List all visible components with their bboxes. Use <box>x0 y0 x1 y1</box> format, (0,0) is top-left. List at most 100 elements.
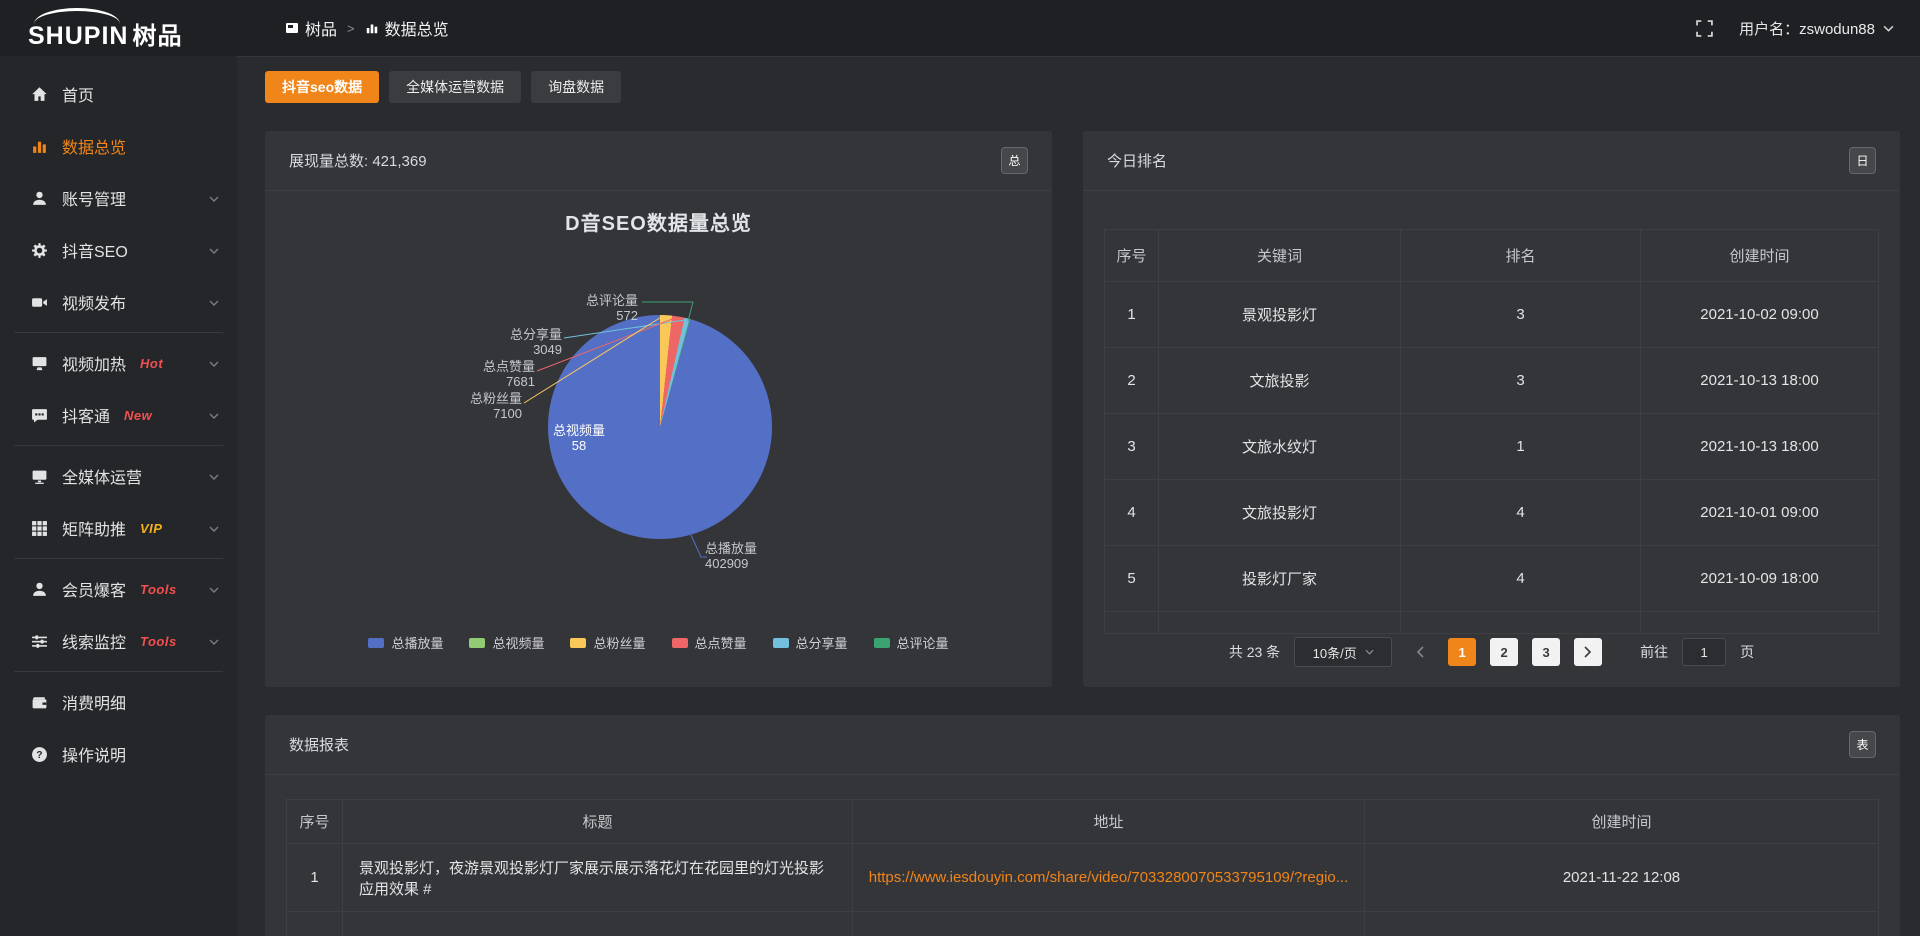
legend-swatch <box>570 638 586 648</box>
home-icon <box>30 85 48 103</box>
bar-chart-icon <box>365 21 379 35</box>
sidebar-divider <box>14 558 223 559</box>
breadcrumb-separator: > <box>347 21 355 36</box>
prev-page-button[interactable] <box>1406 638 1434 666</box>
dashboard-icon <box>285 21 299 35</box>
bar-chart-icon <box>30 137 48 155</box>
next-page-button[interactable] <box>1574 638 1602 666</box>
goto-label: 前往 <box>1640 642 1668 662</box>
legend-item-fans[interactable]: 总粉丝量 <box>570 633 645 652</box>
legend-item-comments[interactable]: 总评论量 <box>874 633 949 652</box>
username-label: 用户名：zswodun88 <box>1739 18 1875 39</box>
breadcrumb: 树品 > 数据总览 <box>285 0 449 56</box>
sidebar-item-video-heat[interactable]: 视频加热 Hot <box>0 337 237 389</box>
day-badge-button[interactable]: 日 <box>1849 147 1876 174</box>
app-logo: SHUPIN树品 <box>28 8 228 48</box>
chevron-left-icon <box>1416 646 1424 658</box>
screen-push-icon <box>30 354 48 372</box>
wallet-icon <box>30 693 48 711</box>
pagination: 共 23 条 10条/页 1 2 3 前往 页 <box>1083 627 1900 677</box>
video-link[interactable]: https://www.iesdouyin.com/share/video/70… <box>853 869 1364 886</box>
goto-page-input[interactable] <box>1682 638 1726 666</box>
pie-label-shares: 总分享量3049 <box>442 327 562 357</box>
page-button-1[interactable]: 1 <box>1448 638 1476 666</box>
seo-overview-panel: 展现量总数: 421,369 总 D音SEO数据量总览 总评论量572 总分享量… <box>265 131 1052 687</box>
tools-badge: Tools <box>140 582 177 597</box>
sidebar-item-data-overview[interactable]: 数据总览 <box>0 120 237 172</box>
chevron-right-icon <box>1584 646 1592 658</box>
sidebar-divider <box>14 332 223 333</box>
today-ranking-panel: 今日排名 日 序号 关键词 排名 创建时间 1景观投影灯32021-10-02 … <box>1083 131 1900 687</box>
legend-swatch <box>469 638 485 648</box>
logo-text: SHUPIN树品 <box>28 16 182 51</box>
tools-badge: Tools <box>140 634 177 649</box>
data-tabs: 抖音seo数据 全媒体运营数据 询盘数据 <box>265 71 621 103</box>
sidebar-item-member-burst[interactable]: 会员爆客 Tools <box>0 563 237 615</box>
video-camera-icon <box>30 293 48 311</box>
report-title: 数据报表 <box>289 734 349 755</box>
chevron-down-icon <box>209 632 219 650</box>
vip-badge: VIP <box>140 521 162 536</box>
user-icon <box>30 189 48 207</box>
chevron-down-icon <box>209 293 219 311</box>
table-header-row: 序号 关键词 排名 创建时间 <box>1105 230 1879 282</box>
total-count-label: 共 23 条 <box>1229 642 1280 662</box>
legend-swatch <box>672 638 688 648</box>
breadcrumb-root[interactable]: 树品 <box>285 16 337 40</box>
fullscreen-icon[interactable] <box>1696 20 1713 37</box>
sidebar-item-video-publish[interactable]: 视频发布 <box>0 276 237 328</box>
chevron-down-icon <box>209 580 219 598</box>
sidebar-item-home[interactable]: 首页 <box>0 68 237 120</box>
pie-label-comments: 总评论量572 <box>518 293 638 323</box>
user-menu[interactable]: 用户名：zswodun88 <box>1739 18 1894 39</box>
table-row: 5投影灯厂家42021-10-09 18:00 <box>1105 546 1879 612</box>
sidebar-item-lead-monitor[interactable]: 线索监控 Tools <box>0 615 237 667</box>
legend-swatch <box>874 638 890 648</box>
sidebar-item-help[interactable]: ? 操作说明 <box>0 728 237 780</box>
table-row: 1 景观投影灯，夜游景观投影灯厂家展示展示落花灯在花园里的灯光投影应用效果 # … <box>287 844 1879 912</box>
legend-item-shares[interactable]: 总分享量 <box>773 633 848 652</box>
table-row-stub <box>287 912 1879 936</box>
page-button-3[interactable]: 3 <box>1532 638 1560 666</box>
pie-label-plays: 总播放量402909 <box>705 541 815 571</box>
ranking-table: 序号 关键词 排名 创建时间 1景观投影灯32021-10-02 09:00 2… <box>1104 229 1879 634</box>
grid-icon <box>30 519 48 537</box>
sidebar-item-spend-detail[interactable]: 消费明细 <box>0 676 237 728</box>
pie-label-fans: 总粉丝量7100 <box>402 391 522 421</box>
sidebar-item-douyin-seo[interactable]: 抖音SEO <box>0 224 237 276</box>
sidebar-item-matrix-boost[interactable]: 矩阵助推 VIP <box>0 502 237 554</box>
chevron-down-icon <box>209 467 219 485</box>
tab-inquiry-data[interactable]: 询盘数据 <box>531 71 621 103</box>
tab-douyin-seo-data[interactable]: 抖音seo数据 <box>265 71 379 103</box>
table-header-row: 序号 标题 地址 创建时间 <box>287 800 1879 844</box>
sliders-icon <box>30 632 48 650</box>
impressions-total-label: 展现量总数: 421,369 <box>289 150 427 171</box>
total-badge-button[interactable]: 总 <box>1001 147 1028 174</box>
tab-all-media-data[interactable]: 全媒体运营数据 <box>389 71 521 103</box>
legend-swatch <box>773 638 789 648</box>
gear-icon <box>30 241 48 259</box>
sidebar-item-all-media[interactable]: 全媒体运营 <box>0 450 237 502</box>
panel-header: 今日排名 日 <box>1083 131 1900 191</box>
legend-swatch <box>368 638 384 648</box>
sidebar-item-account[interactable]: 账号管理 <box>0 172 237 224</box>
legend-item-videos[interactable]: 总视频量 <box>469 633 544 652</box>
legend-item-plays[interactable]: 总播放量 <box>368 633 443 652</box>
table-badge-button[interactable]: 表 <box>1849 731 1876 758</box>
header-right: 用户名：zswodun88 <box>1696 0 1894 56</box>
page-button-2[interactable]: 2 <box>1490 638 1518 666</box>
sidebar: 首页 数据总览 账号管理 抖音SEO 视频发布 视频加热 Hot <box>0 56 237 936</box>
pie-label-videos: 总视频量58 <box>527 423 631 453</box>
chevron-down-icon <box>1365 649 1374 655</box>
panel-header: 数据报表 表 <box>265 715 1900 775</box>
table-row: 3文旅水纹灯12021-10-13 18:00 <box>1105 414 1879 480</box>
page-size-select[interactable]: 10条/页 <box>1294 637 1392 667</box>
pie-label-likes: 总点赞量7681 <box>415 359 535 389</box>
data-report-panel: 数据报表 表 序号 标题 地址 创建时间 1 景观投影灯，夜游景观投影灯厂 <box>265 715 1900 936</box>
breadcrumb-current[interactable]: 数据总览 <box>365 16 449 40</box>
legend-item-likes[interactable]: 总点赞量 <box>672 633 747 652</box>
svg-text:?: ? <box>36 750 42 761</box>
chevron-down-icon <box>209 189 219 207</box>
sidebar-item-douketong[interactable]: 抖客通 New <box>0 389 237 441</box>
table-row: 4文旅投影灯42021-10-01 09:00 <box>1105 480 1879 546</box>
